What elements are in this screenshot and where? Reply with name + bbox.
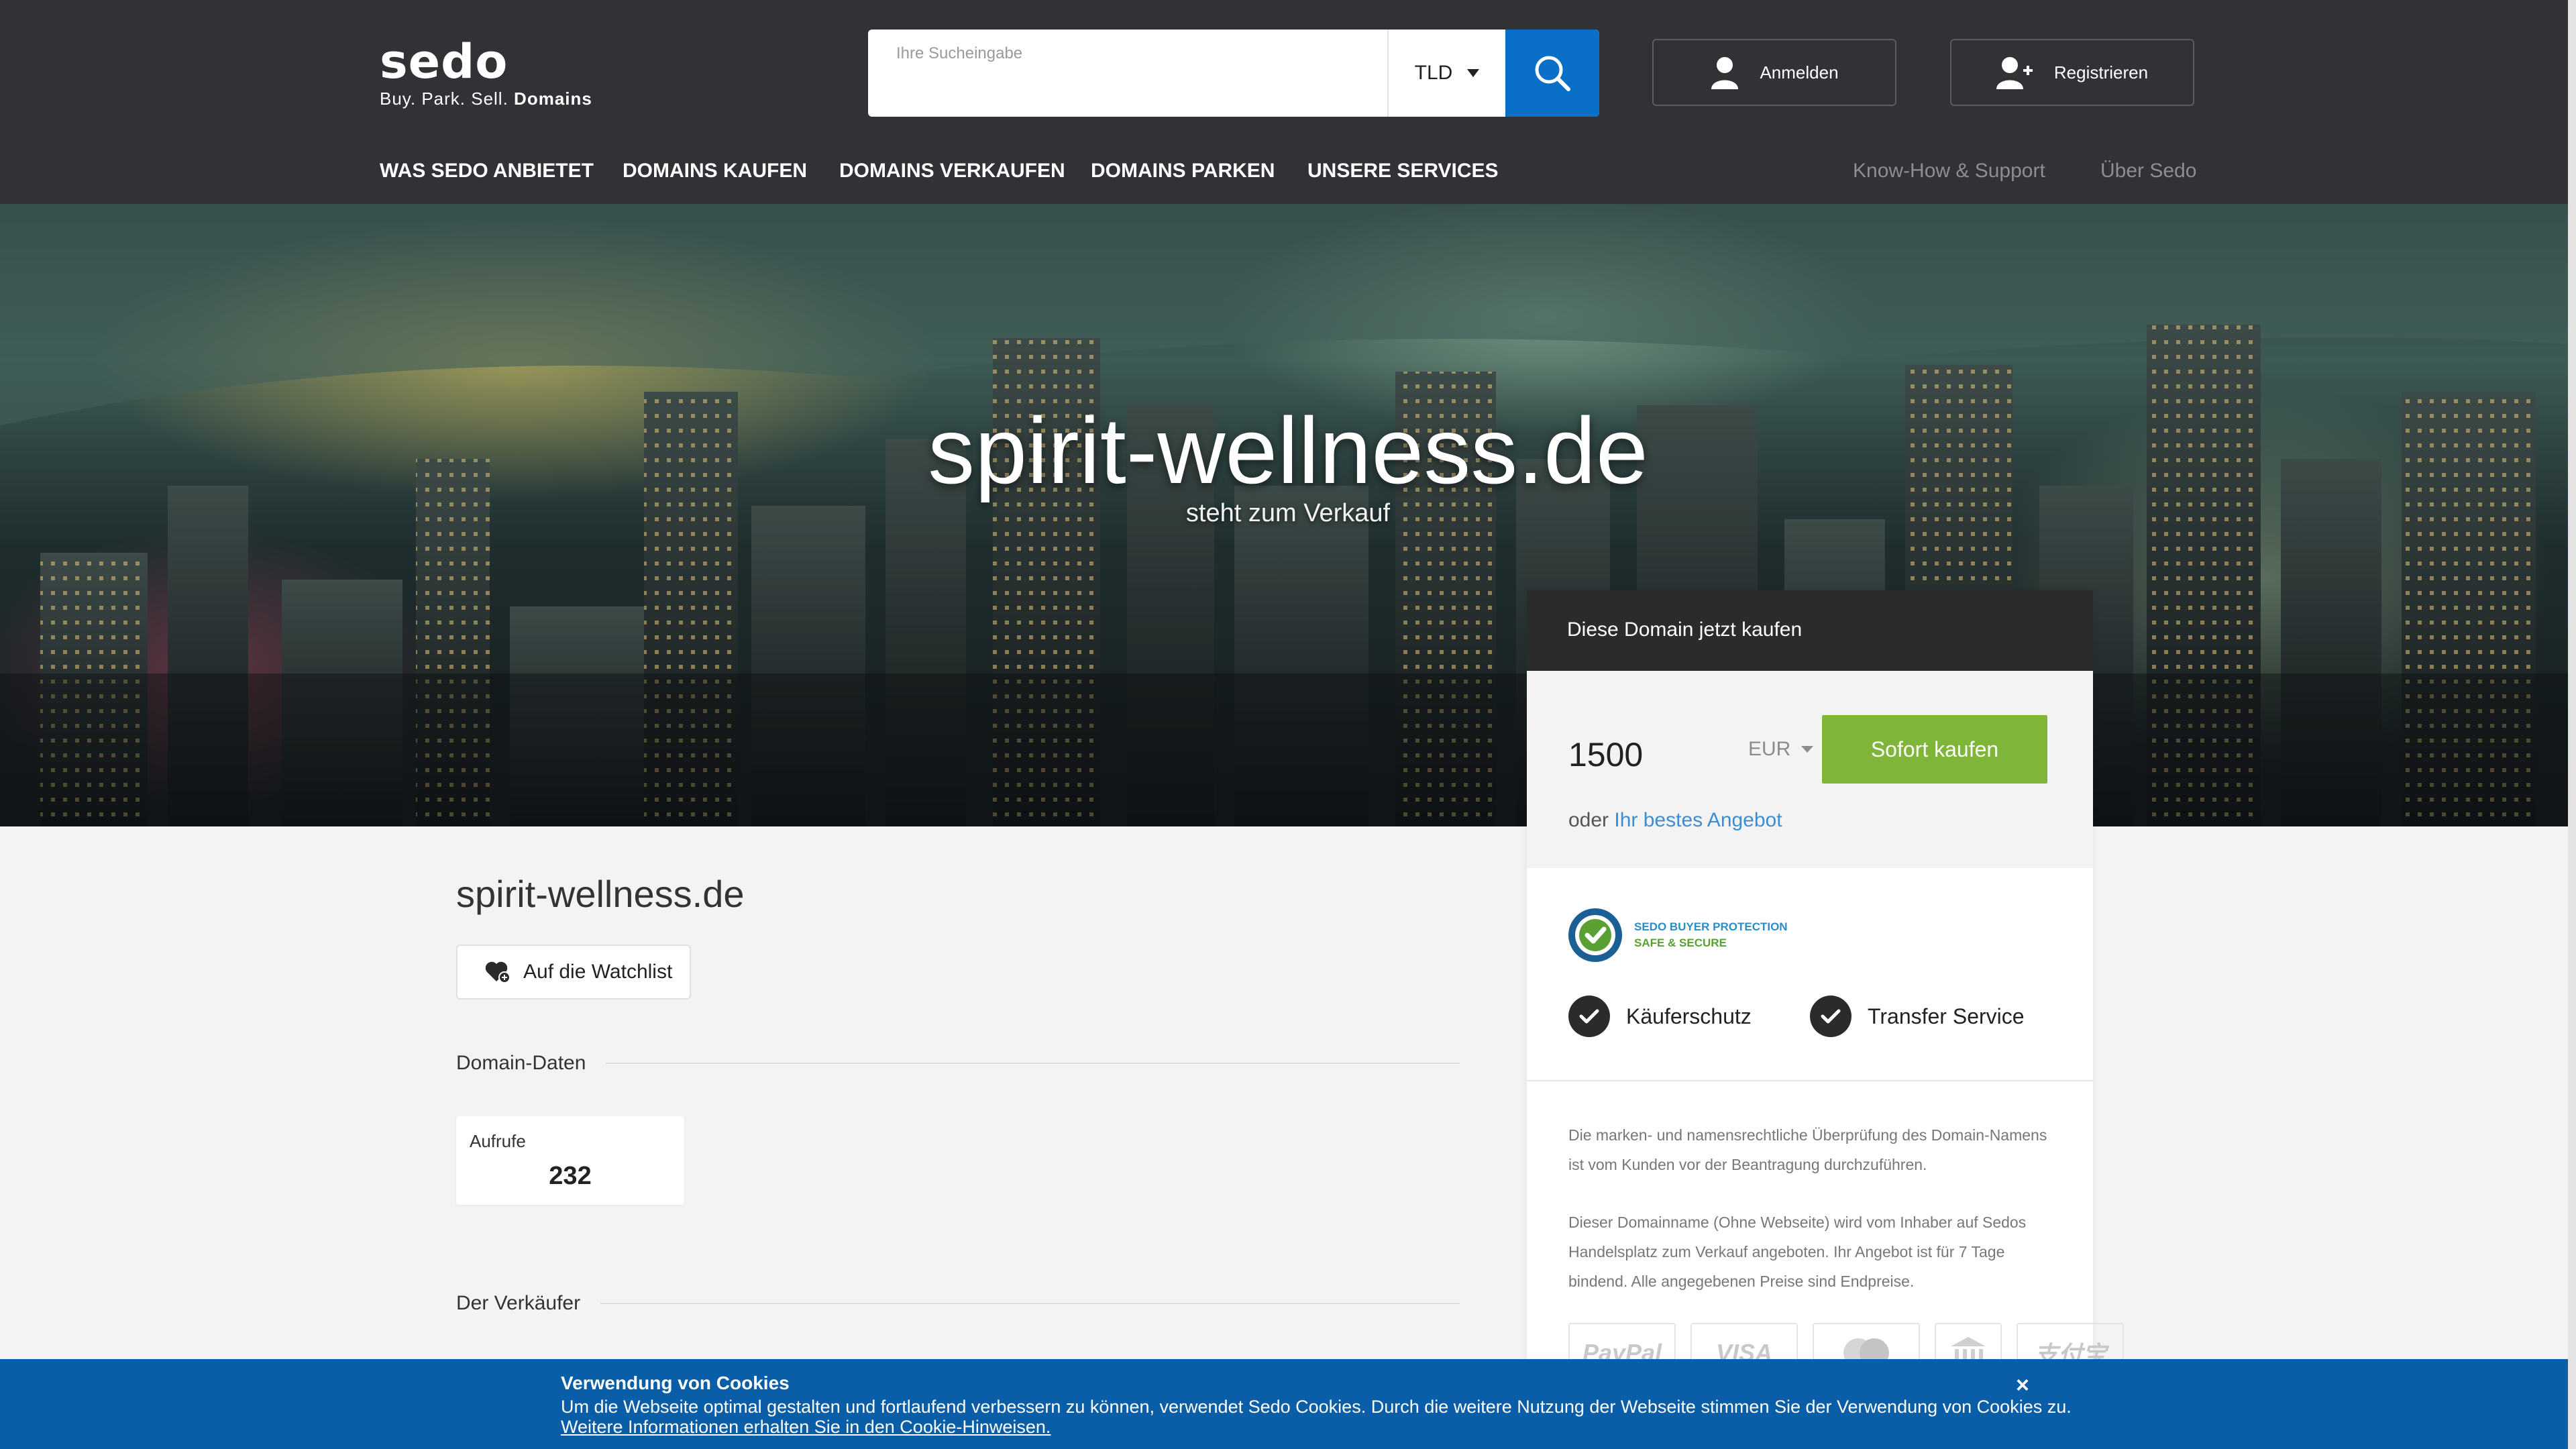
cookie-text: Um die Webseite optimal gestalten und fo… <box>561 1397 2072 1417</box>
search-bar: Ihre Sucheingabe TLD <box>868 30 1599 117</box>
nav-domains-kaufen[interactable]: DOMAINS KAUFEN <box>623 160 807 182</box>
cookie-title: Verwendung von Cookies <box>561 1373 790 1393</box>
price-value: 1500 <box>1568 736 1644 773</box>
hero-domain-title: spirit-wellness.de <box>928 398 1648 503</box>
buy-box-heading: Diese Domain jetzt kaufen <box>1527 590 2093 671</box>
scrollbar[interactable] <box>2568 0 2576 1449</box>
legal-text-trademark: Die marken- und namensrechtliche Überprü… <box>1568 1126 2047 1173</box>
site-header: sedo Buy. Park. Sell. Domains Ihre Suche… <box>0 0 2576 204</box>
main-nav: WAS SEDO ANBIETET DOMAINS KAUFEN DOMAINS… <box>0 160 2576 189</box>
protection-line1: SEDO BUYER PROTECTION <box>1634 920 1788 933</box>
stat-card-views: Aufrufe 232 <box>456 1116 684 1205</box>
protection-text: SEDO BUYER PROTECTION SAFE & SECURE <box>1634 919 1788 951</box>
nav-domains-verkaufen[interactable]: DOMAINS VERKAUFEN <box>839 160 1065 182</box>
section-divider <box>606 1063 1460 1064</box>
sedo-logo[interactable]: sedo Buy. Park. Sell. Domains <box>380 35 592 109</box>
offer-line: oder Ihr bestes Angebot <box>1568 809 1782 832</box>
tld-dropdown[interactable]: TLD <box>1387 30 1505 117</box>
search-icon <box>1535 56 1570 91</box>
nav-domains-parken[interactable]: DOMAINS PARKEN <box>1091 160 1275 182</box>
logo-tagline: Buy. Park. Sell. Domains <box>380 89 592 109</box>
buyer-protection-badge: SEDO BUYER PROTECTION SAFE & SECURE <box>1567 907 1788 963</box>
section-divider <box>600 1303 1460 1304</box>
nav-unsere-services[interactable]: UNSERE SERVICES <box>1307 160 1499 182</box>
search-placeholder: Ihre Sucheingabe <box>896 44 1023 62</box>
section-domain-data-title: Domain-Daten <box>456 1052 586 1074</box>
legal-text-offer: Dieser Domainname (Ohne Webseite) wird v… <box>1568 1214 2027 1290</box>
protection-line2: SAFE & SECURE <box>1634 936 1727 949</box>
stat-value: 232 <box>549 1162 592 1190</box>
watchlist-button[interactable]: Auf die Watchlist <box>456 945 691 1000</box>
caret-down-icon <box>1801 746 1814 753</box>
login-button[interactable]: Anmelden <box>1652 39 1896 106</box>
caret-down-icon <box>1467 69 1480 77</box>
currency-dropdown[interactable]: EUR <box>1748 738 1814 761</box>
register-button[interactable]: Registrieren <box>1950 39 2194 106</box>
feature-transfer-service: Transfer Service <box>1810 996 2025 1037</box>
best-offer-link[interactable]: Ihr bestes Angebot <box>1614 809 1782 831</box>
hero-subtitle: steht zum Verkauf <box>1185 499 1391 527</box>
buy-box: Diese Domain jetzt kaufen 1500 EUR Sofor… <box>1527 590 2124 1449</box>
nav-was-sedo-anbietet[interactable]: WAS SEDO ANBIETET <box>380 160 594 182</box>
feature-kaeuferschutz: Käuferschutz <box>1568 996 1752 1037</box>
close-icon[interactable]: × <box>2016 1373 2029 1399</box>
stat-label: Aufrufe <box>470 1131 526 1151</box>
offer-prefix: oder <box>1568 809 1609 831</box>
price-panel: 1500 EUR Sofort kaufen oder Ihr bestes A… <box>1527 671 2093 868</box>
watchlist-label: Auf die Watchlist <box>523 961 673 983</box>
buy-now-button[interactable]: Sofort kaufen <box>1822 715 2047 784</box>
heart-plus-icon <box>485 961 511 983</box>
add-user-icon <box>1996 57 2033 89</box>
currency-label: EUR <box>1748 738 1791 760</box>
tagline-bold: Domains <box>514 89 592 109</box>
check-icon <box>1810 996 1851 1037</box>
feature-label: Transfer Service <box>1868 1004 2025 1028</box>
hero-banner: spirit-wellness.de steht zum Verkauf <box>0 204 2576 826</box>
cookie-info-link[interactable]: Weitere Informationen erhalten Sie in de… <box>561 1417 1051 1438</box>
search-input[interactable]: Ihre Sucheingabe <box>868 30 1387 117</box>
feature-label: Käuferschutz <box>1626 1004 1752 1028</box>
nav-ueber-sedo[interactable]: Über Sedo <box>2100 160 2196 182</box>
login-label: Anmelden <box>1760 62 1839 83</box>
tagline-plain: Buy. Park. Sell. <box>380 89 508 109</box>
shield-check-icon <box>1568 908 1622 962</box>
cookie-banner: Verwendung von Cookies Um die Webseite o… <box>0 1359 2576 1449</box>
buy-box-divider <box>1527 1080 2093 1081</box>
logo-name: sedo <box>380 34 508 89</box>
tld-label: TLD <box>1414 62 1453 84</box>
nav-know-how-support[interactable]: Know-How & Support <box>1853 160 2045 182</box>
domain-title: spirit-wellness.de <box>456 873 745 915</box>
check-icon <box>1568 996 1610 1037</box>
register-label: Registrieren <box>2053 62 2149 83</box>
section-domain-data: Domain-Daten <box>456 1052 1460 1075</box>
user-icon <box>1711 57 1739 89</box>
search-button[interactable] <box>1505 30 1599 117</box>
section-seller: Der Verkäufer <box>456 1292 1460 1315</box>
section-seller-title: Der Verkäufer <box>456 1292 581 1314</box>
